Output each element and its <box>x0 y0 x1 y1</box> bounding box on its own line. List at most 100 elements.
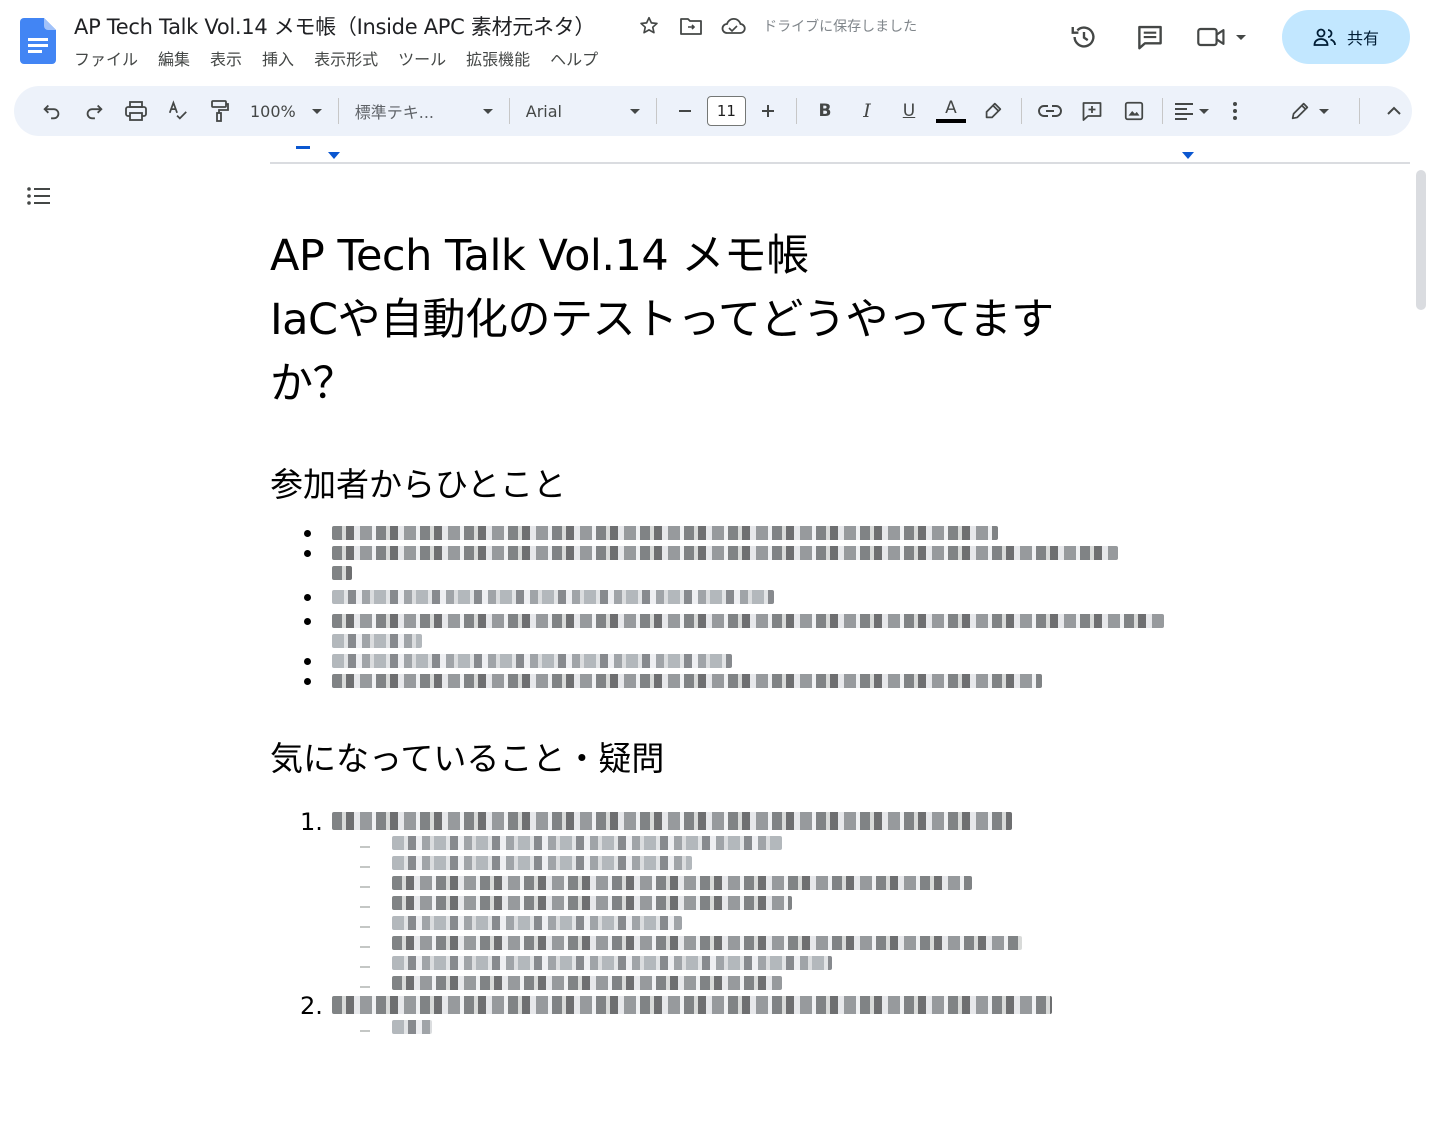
paint-format-icon[interactable] <box>202 93 238 129</box>
editing-mode-menu[interactable] <box>1289 93 1329 129</box>
redacted-text <box>392 976 782 990</box>
section-heading-questions: 気になっていること・疑問 <box>270 739 665 778</box>
italic-button[interactable]: I <box>849 93 885 129</box>
toolbar-divider <box>337 98 339 124</box>
redacted-text <box>332 996 1052 1014</box>
meet-button[interactable] <box>1196 24 1246 50</box>
document-heading-line-1: AP Tech Talk Vol.14 メモ帳 <box>270 231 809 281</box>
menu-extensions[interactable]: 拡張機能 <box>466 46 530 72</box>
menu-view[interactable]: 表示 <box>210 46 242 72</box>
cloud-saved-icon[interactable] <box>719 12 747 40</box>
outline-list-icon[interactable] <box>24 182 54 210</box>
menu-tools[interactable]: ツール <box>398 46 446 72</box>
redacted-text <box>332 654 732 668</box>
toolbar: 100% 標準テキ... Arial 11 B I U A <box>14 86 1412 136</box>
vertical-scrollbar[interactable] <box>1416 170 1426 310</box>
sub-list <box>332 836 1150 990</box>
bullet-list <box>270 526 1164 688</box>
list-item: 1. <box>300 808 1150 990</box>
undo-icon[interactable] <box>34 93 70 129</box>
chevron-down-icon <box>1236 34 1246 40</box>
spellcheck-icon[interactable] <box>160 93 196 129</box>
list-item <box>360 836 1150 850</box>
list-item <box>360 956 1150 970</box>
font-size-input[interactable]: 11 <box>706 96 746 126</box>
list-item <box>304 526 1150 540</box>
menu-edit[interactable]: 編集 <box>158 46 190 72</box>
redacted-text <box>332 812 1012 830</box>
menu-insert[interactable]: 挿入 <box>262 46 294 72</box>
paragraph-style-value: 標準テキ... <box>354 103 435 122</box>
share-button[interactable]: 共有 <box>1282 10 1410 64</box>
text-color-button[interactable]: A <box>933 93 969 129</box>
align-menu[interactable] <box>1173 93 1209 129</box>
docs-logo-icon[interactable] <box>20 18 56 64</box>
document-body[interactable]: AP Tech Talk Vol.14 メモ帳 IaCや自動化のテストってどうや… <box>270 224 1164 1040</box>
add-comment-icon[interactable] <box>1074 93 1110 129</box>
list-item: 2. <box>300 992 1150 1034</box>
chevron-down-icon <box>1199 108 1209 114</box>
people-icon <box>1313 28 1336 46</box>
chevron-down-icon <box>1319 108 1329 114</box>
zoom-value: 100% <box>250 101 296 121</box>
toolbar-divider <box>1021 98 1022 124</box>
underline-button[interactable]: U <box>891 93 927 129</box>
menu-help[interactable]: ヘルプ <box>550 46 598 72</box>
comments-icon[interactable] <box>1130 17 1170 57</box>
redo-icon[interactable] <box>76 93 112 129</box>
print-icon[interactable] <box>118 93 154 129</box>
section-heading-participants: 参加者からひとこと <box>270 465 567 504</box>
ruler[interactable] <box>270 140 1410 166</box>
list-number: 1. <box>300 808 323 836</box>
list-item <box>304 546 1150 580</box>
font-family-select[interactable]: Arial <box>520 93 646 129</box>
more-options-icon[interactable] <box>1217 93 1253 129</box>
redacted-text <box>332 566 352 580</box>
collapse-menus-icon[interactable] <box>1376 93 1412 129</box>
link-icon[interactable] <box>1032 93 1068 129</box>
toolbar-divider <box>796 98 797 124</box>
menu-file[interactable]: ファイル <box>74 46 138 72</box>
highlight-pen-icon[interactable] <box>975 93 1011 129</box>
document-title[interactable]: AP Tech Talk Vol.14 メモ帳（Inside APC 素材元ネタ… <box>74 11 595 41</box>
redacted-text <box>332 590 774 604</box>
bold-button[interactable]: B <box>807 93 843 129</box>
list-item <box>360 936 1150 950</box>
top-right-controls: 共有 <box>1038 10 1410 64</box>
text-color-label: A <box>945 98 957 118</box>
align-left-icon <box>1175 103 1193 120</box>
menu-format[interactable]: 表示形式 <box>314 46 378 72</box>
redacted-text <box>392 1020 432 1034</box>
version-history-icon[interactable] <box>1064 17 1104 57</box>
redacted-text <box>392 956 832 970</box>
redacted-text <box>332 546 1118 560</box>
chevron-down-icon <box>629 108 640 114</box>
move-folder-icon[interactable] <box>677 12 705 40</box>
increase-font-size-icon[interactable] <box>750 93 786 129</box>
decrease-font-size-icon[interactable] <box>667 93 703 129</box>
redacted-text <box>392 936 1022 950</box>
redacted-text <box>332 526 998 540</box>
chevron-down-icon <box>482 108 493 114</box>
zoom-select[interactable]: 100% <box>250 93 322 129</box>
toolbar-divider <box>508 98 510 124</box>
list-item <box>360 856 1150 870</box>
star-icon[interactable] <box>635 12 663 40</box>
list-item <box>360 976 1150 990</box>
list-item <box>360 876 1150 890</box>
list-item <box>360 916 1150 930</box>
toolbar-divider <box>1359 98 1360 124</box>
ruler-line <box>270 162 1410 164</box>
paragraph-style-select[interactable]: 標準テキ... <box>349 93 499 129</box>
insert-image-icon[interactable] <box>1116 93 1152 129</box>
first-line-indent-handle[interactable] <box>296 146 310 149</box>
list-item <box>360 896 1150 910</box>
redacted-text <box>332 614 1164 628</box>
title-row: AP Tech Talk Vol.14 メモ帳（Inside APC 素材元ネタ… <box>74 10 917 42</box>
font-family-value: Arial <box>525 101 562 121</box>
document-heading-line-3: か？ <box>270 359 356 409</box>
right-indent-handle[interactable] <box>1182 152 1194 159</box>
left-indent-handle[interactable] <box>328 152 340 159</box>
document-heading-line-2: IaCや自動化のテストってどうやってます <box>270 295 1054 345</box>
menu-bar: ファイル 編集 表示 挿入 表示形式 ツール 拡張機能 ヘルプ <box>74 46 598 72</box>
